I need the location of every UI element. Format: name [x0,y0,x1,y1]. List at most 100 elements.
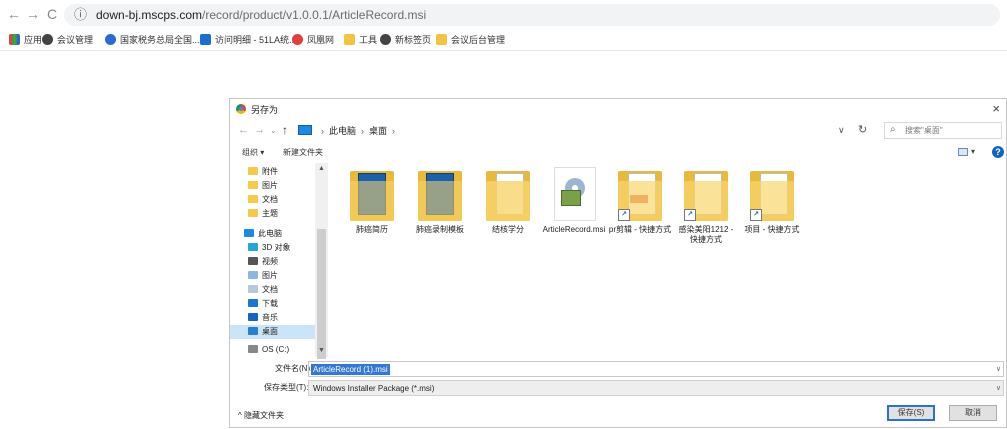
chrome-icon [42,34,53,45]
close-button[interactable]: × [992,101,1000,116]
phoenix-icon [292,34,303,45]
file-item-shortcut[interactable]: ↗ 项目 - 快捷方式 [740,165,804,235]
search-icon [105,34,116,45]
folder-icon [344,34,355,45]
scroll-down-icon[interactable]: ▼ [315,345,328,357]
url-text: down-bj.mscps.com/record/product/v1.0.0.… [96,8,426,22]
view-dropdown[interactable]: ▾ [971,147,975,156]
chevron-down-icon[interactable]: ∨ [996,384,1001,392]
nav-item-documents[interactable]: 文档 [248,283,278,297]
apps-icon [9,34,20,45]
bookmark-label: 会议管理 [57,35,94,45]
file-item-msi[interactable]: ArticleRecord.msi [542,165,606,235]
folder-icon [486,167,530,221]
file-label: pr剪辑 - 快捷方式 [608,225,672,234]
url-path: /record/product/v1.0.0.1/ArticleRecord.m… [202,8,427,22]
nav-item-pictures[interactable]: 图片 [248,269,278,283]
nav-item-desktop[interactable]: 桌面 [230,325,316,339]
file-item-folder[interactable]: 结核学分 [476,165,540,235]
breadcrumb[interactable]: › 此电脑 › 桌面 › [298,123,838,139]
omnibox[interactable]: ⓘ down-bj.mscps.com/record/product/v1.0.… [64,4,1000,26]
bookmark-label: 凤凰网 [307,35,335,45]
bookmark-meeting-admin[interactable]: 会议后台管理 [436,33,505,47]
nav-item-drive-c[interactable]: OS (C:) [248,343,289,357]
scroll-up-icon[interactable]: ▲ [315,163,328,175]
file-item-shortcut[interactable]: ↗ pr剪辑 - 快捷方式 [608,165,672,235]
forward-arrow-icon[interactable]: → [254,124,265,136]
scroll-thumb[interactable] [317,229,326,359]
back-arrow-icon[interactable]: ← [238,124,249,136]
nav-item-this-pc[interactable]: 此电脑 [244,227,282,241]
nav-label: 图片 [262,181,278,190]
breadcrumb-current[interactable]: 桌面 [369,126,387,136]
file-list: 肺癌简历 肺癌录制模板 结核学分 ArticleRecord.msi ↗ pr剪… [340,165,1000,355]
bookmark-meeting[interactable]: 会议管理 [42,33,93,47]
organize-button[interactable]: 组织 ▾ [242,147,264,158]
help-icon[interactable]: ? [992,146,1004,158]
search-box[interactable]: ⌕ 搜索"桌面" [884,122,1002,139]
dialog-footer: ^ 隐藏文件夹 保存(S) 取消 [230,401,1006,429]
bookmark-apps[interactable]: 应用 [9,33,42,47]
file-item-folder[interactable]: 肺癌录制模板 [408,165,472,235]
file-label: 项目 - 快捷方式 [744,225,800,234]
chevron-down-icon[interactable]: ∨ [996,365,1001,373]
music-icon [248,313,258,321]
nav-label: 下载 [262,299,278,308]
reload-button[interactable]: C [44,5,60,23]
address-bar-row: ← → C ⓘ down-bj.mscps.com/record/product… [0,0,1007,30]
nav-item-docs-folder[interactable]: 文档 [248,193,278,207]
video-icon [248,257,258,265]
info-icon[interactable]: ⓘ [74,7,90,23]
download-icon [248,299,258,307]
shortcut-arrow-icon: ↗ [618,209,630,221]
folder-shortcut-icon: ↗ [618,167,662,221]
chevron-down-icon[interactable]: ∨ [838,125,845,136]
navigation-pane: 附件 图片 文档 主题 此电脑 3D 对象 视频 图片 文档 下载 音乐 桌面 … [230,163,328,357]
cancel-button[interactable]: 取消 [949,405,997,421]
hide-folders-toggle[interactable]: ^ 隐藏文件夹 [238,410,284,421]
file-label: 感染美阳1212 - 快捷方式 [678,225,734,244]
nav-label: 桌面 [262,327,278,336]
save-button[interactable]: 保存(S) [887,405,935,421]
filetype-row: 保存类型(T): Windows Installer Package (*.ms… [230,380,1006,396]
nav-label: 图片 [262,271,278,280]
nav-label: 文档 [262,195,278,204]
bookmark-label: 应用 [24,35,43,45]
filetype-select[interactable]: Windows Installer Package (*.msi) ∨ [308,380,1004,396]
forward-button[interactable]: → [25,5,41,23]
breadcrumb-root[interactable]: 此电脑 [329,126,356,136]
bookmark-newtab[interactable]: 新标签页 [380,33,431,47]
filename-value: ArticleRecord (1).msi [311,364,390,375]
nav-scrollbar[interactable]: ▲ ▼ [315,163,328,359]
search-placeholder: 搜索"桌面" [905,126,943,135]
new-folder-button[interactable]: 新建文件夹 [283,147,323,158]
filetype-value: Windows Installer Package (*.msi) [313,384,435,393]
folder-icon [248,209,258,217]
folder-icon [248,195,258,203]
folder-shortcut-icon: ↗ [684,167,728,221]
refresh-icon[interactable]: ↻ [858,123,867,136]
nav-item-pictures-folder[interactable]: 图片 [248,179,278,193]
bookmark-tools[interactable]: 工具 [344,33,377,47]
filename-input[interactable]: ArticleRecord (1).msi ∨ [308,361,1004,377]
nav-item-music[interactable]: 音乐 [248,311,278,325]
nav-label: 附件 [262,167,278,176]
bookmark-51la[interactable]: 访问明细 - 51LA统... [200,33,297,47]
nav-item-attachments[interactable]: 附件 [248,165,278,179]
nav-item-3d-objects[interactable]: 3D 对象 [248,241,290,255]
filename-label: 文件名(N): [275,364,313,373]
recent-locations-icon[interactable]: ⌄ [270,126,277,135]
file-item-folder[interactable]: 肺癌简历 [340,165,404,235]
dialog-title: 另存为 [251,105,279,115]
bookmark-ifeng[interactable]: 凤凰网 [292,33,334,47]
computer-icon [244,229,254,237]
nav-item-themes[interactable]: 主题 [248,207,278,221]
file-label: 肺癌简历 [356,225,388,234]
bookmark-tax[interactable]: 国家税务总局全国... [105,33,200,47]
file-item-shortcut[interactable]: ↗ 感染美阳1212 - 快捷方式 [674,165,738,245]
back-button[interactable]: ← [6,5,22,23]
up-arrow-icon[interactable]: ↑ [282,123,288,137]
nav-item-downloads[interactable]: 下载 [248,297,278,311]
view-icon[interactable] [958,148,968,156]
nav-item-videos[interactable]: 视频 [248,255,278,269]
